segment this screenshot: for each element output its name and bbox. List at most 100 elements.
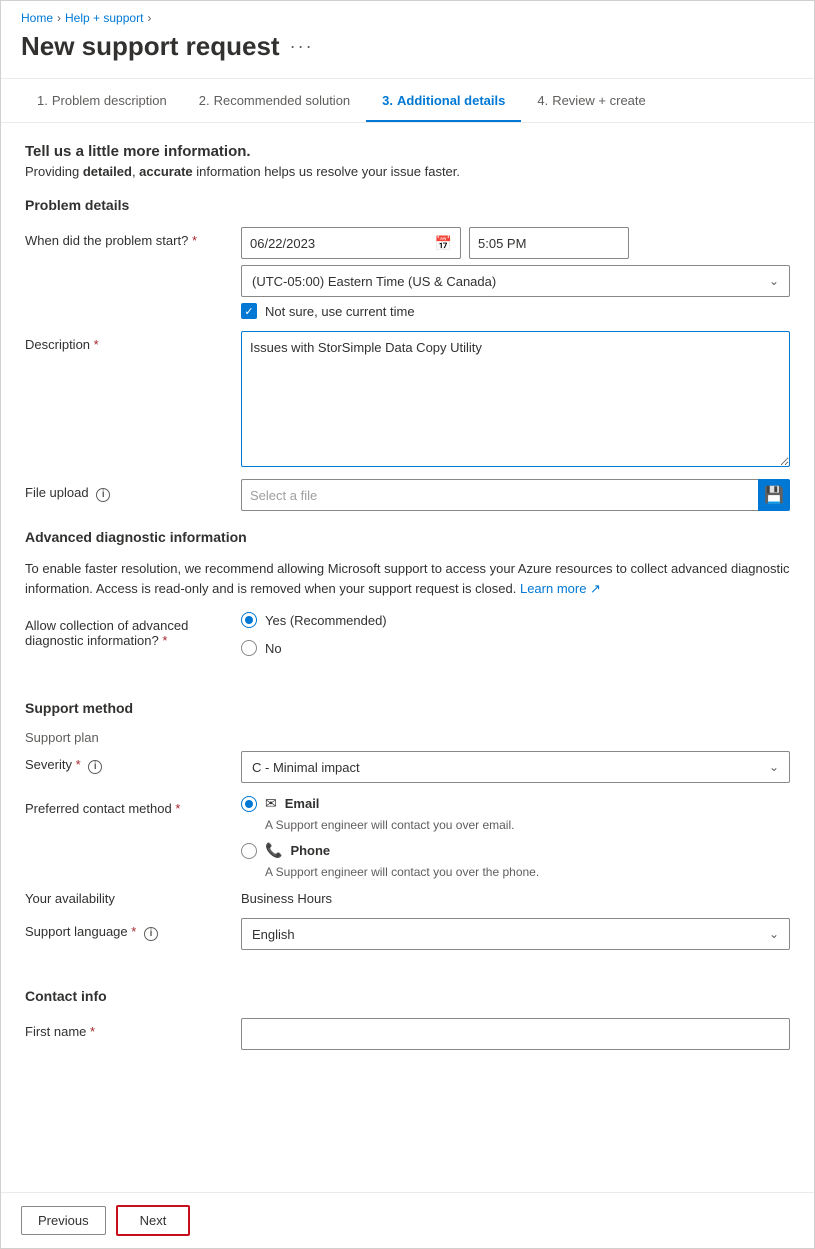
contact-info-header: Contact info bbox=[25, 988, 790, 1004]
file-input[interactable]: Select a file bbox=[241, 479, 758, 511]
phone-icon: 📞 bbox=[265, 842, 282, 859]
file-upload-row: File upload i Select a file 💾 bbox=[25, 479, 790, 511]
calendar-icon: 📅 bbox=[435, 235, 452, 252]
first-name-required: * bbox=[90, 1024, 95, 1039]
learn-more-link[interactable]: Learn more ↗ bbox=[520, 581, 601, 596]
datetime-row: 06/22/2023 📅 5:05 PM bbox=[241, 227, 790, 259]
lang-info-icon[interactable]: i bbox=[144, 927, 158, 941]
email-option: ✉ Email A Support engineer will contact … bbox=[241, 795, 790, 832]
availability-value: Business Hours bbox=[241, 891, 332, 906]
breadcrumb-home[interactable]: Home bbox=[21, 11, 53, 25]
step-3-num: 3. bbox=[382, 93, 393, 108]
footer: Previous Next bbox=[1, 1192, 814, 1248]
email-radio[interactable] bbox=[241, 796, 257, 812]
when-label: When did the problem start? * bbox=[25, 227, 225, 248]
not-sure-checkbox-row: ✓ Not sure, use current time bbox=[241, 303, 790, 319]
page-title: New support request bbox=[21, 31, 280, 62]
lang-required: * bbox=[131, 924, 136, 939]
breadcrumb-help[interactable]: Help + support bbox=[65, 11, 143, 25]
support-language-row: Support language * i English ⌄ bbox=[25, 918, 790, 950]
page-title-row: New support request ··· bbox=[1, 31, 814, 78]
file-browse-button[interactable]: 💾 bbox=[758, 479, 790, 511]
step-3[interactable]: 3. Additional details bbox=[366, 79, 521, 122]
support-method-header: Support method bbox=[25, 700, 790, 716]
yes-radio[interactable] bbox=[241, 612, 257, 628]
next-button[interactable]: Next bbox=[116, 1205, 191, 1236]
phone-radio-row: 📞 Phone bbox=[241, 842, 790, 859]
breadcrumb: Home › Help + support › bbox=[1, 1, 814, 31]
no-radio-row: No bbox=[241, 640, 790, 656]
no-radio[interactable] bbox=[241, 640, 257, 656]
file-upload-input-row: Select a file 💾 bbox=[241, 479, 790, 511]
when-controls: 06/22/2023 📅 5:05 PM (UTC-05:00) Eastern… bbox=[241, 227, 790, 319]
yes-radio-row: Yes (Recommended) bbox=[241, 612, 790, 628]
contact-required: * bbox=[175, 801, 180, 816]
first-name-input[interactable] bbox=[241, 1018, 790, 1050]
support-language-label: Support language * i bbox=[25, 918, 225, 941]
phone-desc: A Support engineer will contact you over… bbox=[265, 865, 790, 879]
email-radio-row: ✉ Email bbox=[241, 795, 790, 812]
availability-row: Your availability Business Hours bbox=[25, 891, 790, 906]
email-label: Email bbox=[285, 796, 320, 811]
timezone-value: (UTC-05:00) Eastern Time (US & Canada) bbox=[252, 274, 496, 289]
timezone-select[interactable]: (UTC-05:00) Eastern Time (US & Canada) ⌄ bbox=[241, 265, 790, 297]
language-controls: English ⌄ bbox=[241, 918, 790, 950]
time-value: 5:05 PM bbox=[478, 236, 526, 251]
language-dropdown[interactable]: English ⌄ bbox=[241, 918, 790, 950]
severity-required: * bbox=[76, 757, 81, 772]
first-name-label: First name * bbox=[25, 1018, 225, 1039]
breadcrumb-sep2: › bbox=[147, 11, 151, 25]
previous-button[interactable]: Previous bbox=[21, 1206, 106, 1235]
step-1[interactable]: 1. Problem description bbox=[21, 79, 183, 122]
severity-value: C - Minimal impact bbox=[252, 760, 360, 775]
language-chevron: ⌄ bbox=[769, 927, 779, 941]
description-label: Description * bbox=[25, 331, 225, 352]
availability-label: Your availability bbox=[25, 891, 225, 906]
allow-collection-label: Allow collection of advanced diagnostic … bbox=[25, 612, 225, 648]
main-content: Tell us a little more information. Provi… bbox=[1, 123, 814, 1142]
severity-info-icon[interactable]: i bbox=[88, 760, 102, 774]
email-icon: ✉ bbox=[265, 795, 277, 812]
severity-row: Severity * i C - Minimal impact ⌄ bbox=[25, 751, 790, 783]
no-label: No bbox=[265, 641, 282, 656]
date-input[interactable]: 06/22/2023 📅 bbox=[241, 227, 461, 259]
severity-controls: C - Minimal impact ⌄ bbox=[241, 751, 790, 783]
file-placeholder: Select a file bbox=[250, 488, 317, 503]
contact-method-controls: ✉ Email A Support engineer will contact … bbox=[241, 795, 790, 879]
ellipsis-button[interactable]: ··· bbox=[290, 36, 314, 57]
language-value: English bbox=[252, 927, 295, 942]
when-required: * bbox=[192, 233, 197, 248]
file-upload-info-icon[interactable]: i bbox=[96, 488, 110, 502]
problem-details-header: Problem details bbox=[25, 197, 790, 213]
description-textarea[interactable]: Issues with StorSimple Data Copy Utility bbox=[241, 331, 790, 467]
step-2-label: Recommended solution bbox=[214, 93, 351, 108]
file-btn-icon: 💾 bbox=[764, 485, 784, 505]
support-plan-label: Support plan bbox=[25, 730, 790, 745]
step-4[interactable]: 4. Review + create bbox=[521, 79, 661, 122]
file-upload-label: File upload i bbox=[25, 479, 225, 502]
step-1-num: 1. bbox=[37, 93, 48, 108]
not-sure-checkbox[interactable]: ✓ bbox=[241, 303, 257, 319]
first-name-controls bbox=[241, 1018, 790, 1050]
when-problem-start-row: When did the problem start? * 06/22/2023… bbox=[25, 227, 790, 319]
contact-method-label: Preferred contact method * bbox=[25, 795, 225, 816]
desc-required: * bbox=[94, 337, 99, 352]
first-name-row: First name * bbox=[25, 1018, 790, 1050]
step-3-label: Additional details bbox=[397, 93, 505, 108]
severity-chevron: ⌄ bbox=[769, 760, 779, 774]
timezone-chevron: ⌄ bbox=[769, 274, 779, 288]
description-row: Description * Issues with StorSimple Dat… bbox=[25, 331, 790, 467]
description-controls: Issues with StorSimple Data Copy Utility bbox=[241, 331, 790, 467]
step-2[interactable]: 2. Recommended solution bbox=[183, 79, 366, 122]
severity-dropdown[interactable]: C - Minimal impact ⌄ bbox=[241, 751, 790, 783]
allow-collection-controls: Yes (Recommended) No bbox=[241, 612, 790, 662]
adv-diag-header: Advanced diagnostic information bbox=[25, 529, 790, 545]
check-mark: ✓ bbox=[244, 305, 253, 318]
yes-label: Yes (Recommended) bbox=[265, 613, 387, 628]
step-4-label: Review + create bbox=[552, 93, 646, 108]
time-input[interactable]: 5:05 PM bbox=[469, 227, 629, 259]
phone-radio[interactable] bbox=[241, 843, 257, 859]
step-1-label: Problem description bbox=[52, 93, 167, 108]
severity-label: Severity * i bbox=[25, 751, 225, 774]
file-upload-controls: Select a file 💾 bbox=[241, 479, 790, 511]
